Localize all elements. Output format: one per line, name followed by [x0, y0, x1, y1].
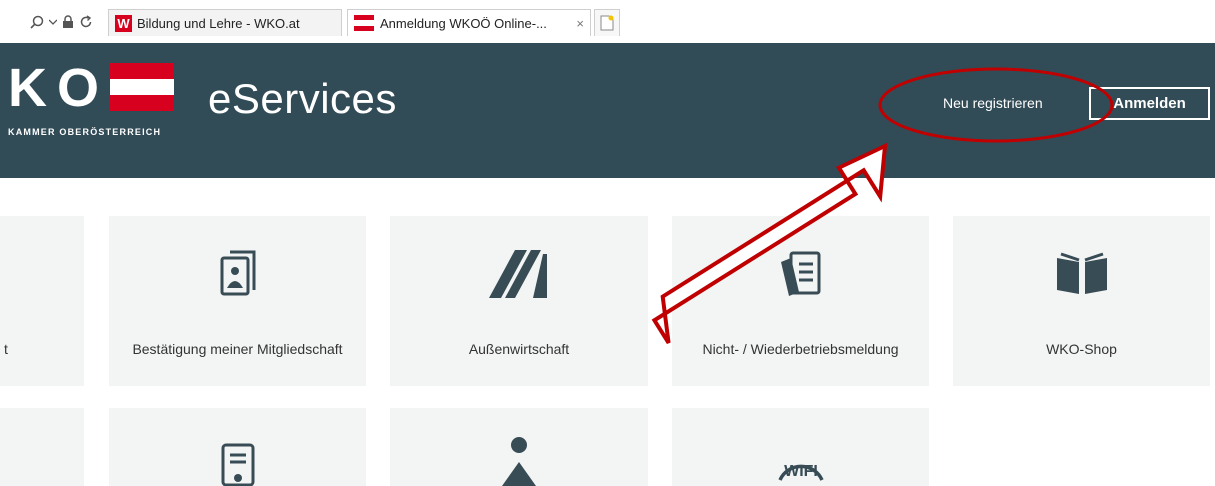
new-tab-icon: [600, 15, 614, 31]
service-tile-certificate[interactable]: [109, 408, 366, 486]
person-reading-icon: [502, 437, 536, 486]
logo-letter-k: K: [8, 58, 47, 118]
service-tile-betriebsmeldung[interactable]: Nicht- / Wiederbetriebsmeldung: [672, 216, 929, 386]
service-tile-partial[interactable]: t: [0, 216, 84, 386]
wifi-logo-text: WIFI: [784, 463, 818, 480]
wifi-logo-icon: WIFI: [777, 463, 824, 481]
lock-icon: [63, 15, 73, 28]
certificate-icon: [221, 443, 254, 486]
wko-logo[interactable]: K O: [8, 58, 100, 118]
tile-label: Bestätigung meiner Mitgliedschaft: [132, 341, 343, 357]
screenshot-root: W Bildung und Lehre - WKO.at Anmeldung W…: [0, 0, 1215, 486]
tile-label: t: [4, 341, 8, 357]
refresh-icon[interactable]: [79, 15, 93, 29]
open-book-icon: [1056, 252, 1107, 294]
tab-close-icon[interactable]: ×: [570, 16, 584, 31]
page-title: eServices: [208, 75, 397, 122]
browser-chrome: W Bildung und Lehre - WKO.at Anmeldung W…: [0, 0, 1215, 43]
chevron-down-icon[interactable]: [49, 18, 57, 26]
register-link[interactable]: Neu registrieren: [943, 94, 1043, 112]
login-button[interactable]: Anmelden: [1089, 87, 1210, 120]
wko-favicon-icon: W: [115, 14, 132, 32]
search-icon[interactable]: [30, 15, 44, 29]
service-tile-aussenwirtschaft[interactable]: Außenwirtschaft: [390, 216, 648, 386]
service-tile-bestaetigung[interactable]: Bestätigung meiner Mitgliedschaft: [109, 216, 366, 386]
documents-icon: [780, 251, 820, 296]
new-tab-button[interactable]: [594, 9, 620, 36]
document-person-icon: [220, 250, 255, 296]
service-tile-wko-shop[interactable]: WKO-Shop: [953, 216, 1210, 386]
logo-letter-o: O: [57, 58, 100, 118]
tile-label: Nicht- / Wiederbetriebsmeldung: [702, 341, 899, 357]
tab-bildung-und-lehre[interactable]: W Bildung und Lehre - WKO.at: [108, 9, 342, 36]
site-header: K O KAMMER OBERÖSTERREICH eServices Neu …: [0, 43, 1215, 178]
tab-anmeldung[interactable]: Anmeldung WKOÖ Online-... ×: [347, 9, 591, 36]
tile-label: WKO-Shop: [1046, 341, 1117, 357]
austria-flag-favicon-icon: [354, 15, 374, 31]
tab-label: Anmeldung WKOÖ Online-...: [380, 15, 547, 31]
service-tile-reading[interactable]: [390, 408, 648, 486]
stripes-logo-icon: [489, 250, 547, 298]
service-tile-partial[interactable]: [0, 408, 84, 486]
austria-flag-logo-icon: [110, 63, 174, 111]
address-bar-controls: [30, 11, 93, 33]
logo-subtitle: KAMMER OBERÖSTERREICH: [8, 127, 162, 137]
tab-label: Bildung und Lehre - WKO.at: [137, 15, 300, 31]
tile-label: Außenwirtschaft: [468, 341, 570, 357]
service-tile-wifi[interactable]: WIFI: [672, 408, 929, 486]
